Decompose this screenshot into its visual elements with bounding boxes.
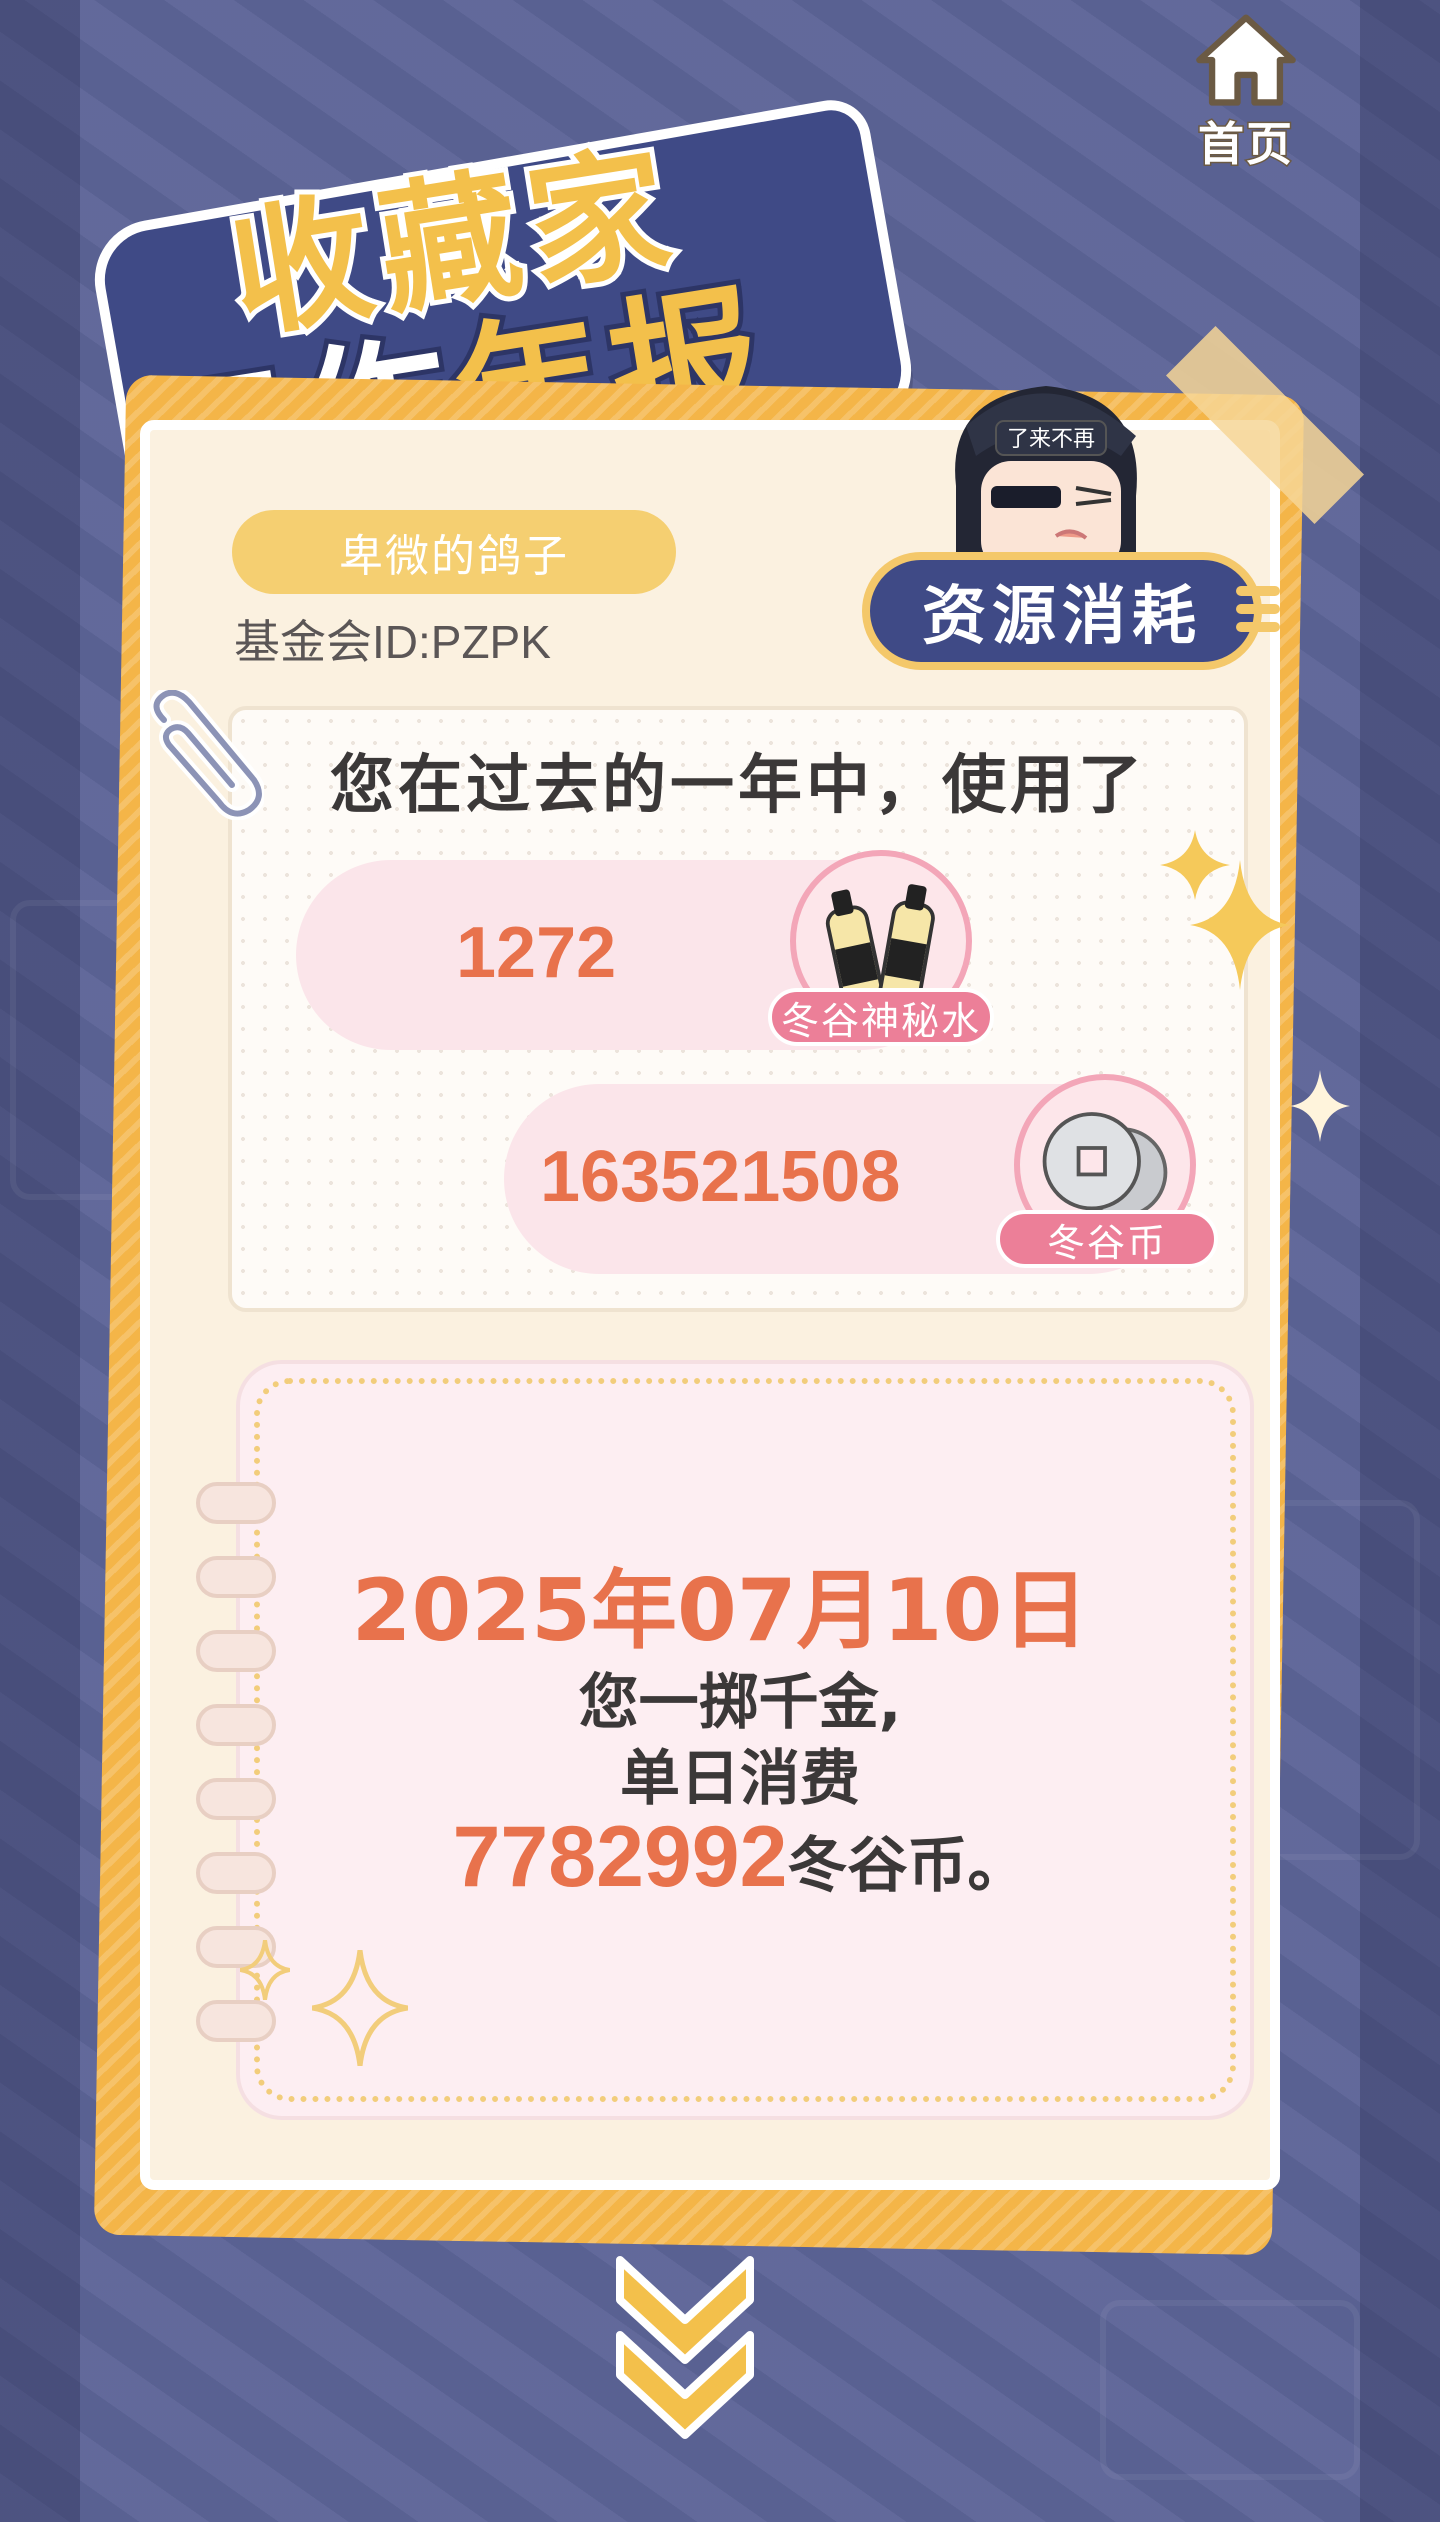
home-icon	[1196, 14, 1296, 106]
usage-value: 163521508	[540, 1137, 901, 1217]
username-pill: 卑微的鸽子	[232, 510, 676, 594]
notebook-ring	[196, 2000, 276, 2042]
next-page-arrow-icon[interactable]	[610, 2250, 760, 2450]
sparkle-icon	[1190, 860, 1290, 990]
mascot-avatar: 了来不再	[955, 386, 1137, 571]
sparkle-icon	[1290, 1070, 1350, 1142]
home-button[interactable]: 首页	[1188, 10, 1304, 180]
background-right-shade	[1360, 0, 1440, 2522]
section-badge: 资源消耗	[862, 552, 1280, 670]
section-badge-text: 资源消耗	[922, 580, 1202, 654]
item-label: 冬谷神秘水	[768, 988, 994, 1046]
peak-date: 2025年07月10日	[351, 1561, 1089, 1661]
paperclip-icon	[149, 690, 264, 820]
peak-spend: 7782992冬谷币。	[0, 1808, 1440, 1907]
item-label: 冬谷币	[996, 1210, 1218, 1268]
sparkle-icon	[312, 1950, 408, 2066]
badge-stripes	[1236, 586, 1280, 632]
usage-heading: 您在过去的一年中，使用了	[330, 749, 1146, 823]
svg-text:了来不再: 了来不再	[1007, 427, 1095, 452]
highlight-line2: 单日消费	[620, 1744, 860, 1814]
background-decoration	[1100, 2300, 1360, 2480]
fund-id: 基金会ID:PZPK	[234, 616, 551, 668]
background-left-shade	[0, 0, 80, 2522]
usage-value: 1272	[456, 913, 617, 993]
notebook-ring	[196, 1482, 276, 1524]
home-label: 首页	[1197, 116, 1294, 173]
highlight-line1: 您一掷千金,	[578, 1668, 902, 1738]
peak-spend-unit: 冬谷币。	[787, 1831, 1028, 1901]
peak-spend-amount: 7782992	[452, 1809, 788, 1905]
sparkle-icon	[240, 1940, 290, 2000]
